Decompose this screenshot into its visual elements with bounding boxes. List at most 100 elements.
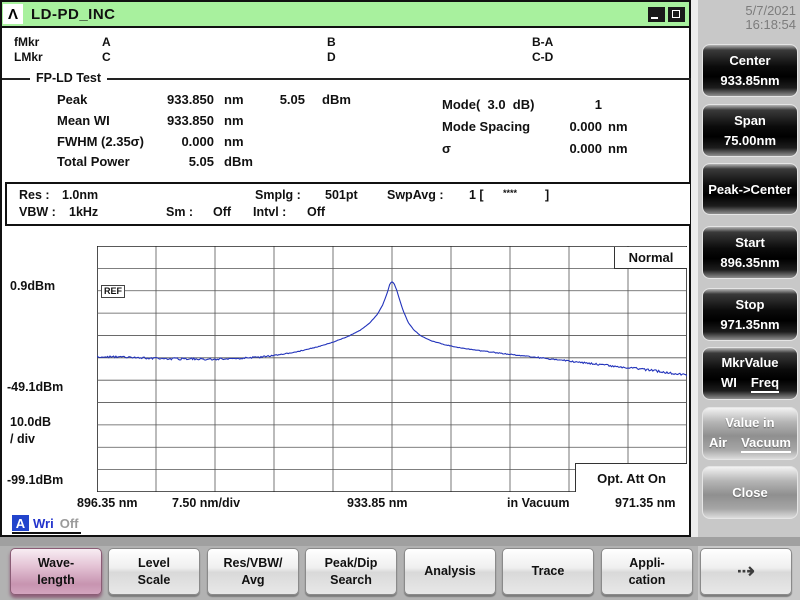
menu-res-vbw-avg[interactable]: Res/VBW/ Avg bbox=[207, 548, 299, 595]
softkey-label: MkrValue bbox=[721, 354, 779, 370]
menu-wavelength[interactable]: Wave- length bbox=[10, 548, 102, 595]
vbw-label: VBW : bbox=[19, 205, 56, 219]
softkey-value-in[interactable]: Value in Air Vacuum bbox=[702, 407, 798, 460]
meas-unit: nm bbox=[608, 119, 628, 134]
meas-value: 0.000 bbox=[569, 119, 602, 134]
meas-unit: nm bbox=[224, 92, 244, 107]
softkey-stop[interactable]: Stop 971.35nm bbox=[702, 288, 798, 341]
x-medium-label: in Vacuum bbox=[507, 496, 570, 510]
vbw-value: 1kHz bbox=[69, 205, 99, 219]
instrument-screen: Λ LD-PD_INC fMkr A B B-A LMkr C D C-D FP… bbox=[0, 0, 692, 537]
softkey-label: Center bbox=[729, 53, 771, 68]
menu-label: Level bbox=[138, 555, 170, 570]
menu-application[interactable]: Appli- cation bbox=[601, 548, 693, 595]
minimize-button[interactable] bbox=[648, 6, 665, 22]
menu-label: cation bbox=[628, 572, 666, 587]
softkey-value: 896.35nm bbox=[720, 255, 780, 270]
y-ref-level-label: 0.9dBm bbox=[10, 279, 56, 293]
y-scale-label: 10.0dB bbox=[10, 415, 51, 429]
softkey-close[interactable]: Close bbox=[702, 466, 798, 519]
title-bar: Λ LD-PD_INC bbox=[2, 2, 689, 28]
trace-off-label: Off bbox=[59, 515, 79, 531]
menu-trace[interactable]: Trace bbox=[502, 548, 594, 595]
osa-application: Λ LD-PD_INC fMkr A B B-A LMkr C D C-D FP… bbox=[0, 0, 800, 600]
menu-label: Search bbox=[330, 572, 372, 587]
softkey-label: Peak->Center bbox=[708, 181, 792, 197]
meas-label: Peak bbox=[57, 92, 88, 107]
sweep-status-box: Res : 1.0nm Smplg : 501pt SwpAvg : 1 [ *… bbox=[5, 182, 692, 226]
optical-attenuator-badge: Opt. Att On bbox=[575, 463, 687, 492]
x-center-label: 933.85 nm bbox=[347, 496, 408, 510]
softkey-label: Span bbox=[734, 113, 766, 128]
window-title: LD-PD_INC bbox=[31, 5, 116, 23]
marker-d-label: D bbox=[327, 50, 336, 64]
bottom-separator-band bbox=[0, 537, 800, 546]
softkey-span[interactable]: Span 75.00nm bbox=[702, 104, 798, 157]
softkey-label: Start bbox=[735, 235, 765, 250]
meas-label: Mean WI bbox=[57, 113, 110, 128]
res-label: Res : bbox=[19, 188, 50, 202]
meas-value: 933.850 bbox=[167, 92, 214, 107]
menu-peak-dip-search[interactable]: Peak/Dip Search bbox=[305, 548, 397, 595]
menu-analysis[interactable]: Analysis bbox=[404, 548, 496, 595]
spectrum-trace-svg bbox=[96, 245, 688, 493]
meas-value2: 5.05 bbox=[279, 92, 305, 107]
x-div-label: 7.50 nm/div bbox=[172, 496, 241, 510]
marker-c-label: C bbox=[102, 50, 111, 64]
meas-unit: nm bbox=[224, 134, 244, 149]
softkey-peak-to-center[interactable]: Peak->Center bbox=[702, 163, 798, 215]
meas-value: 933.850 bbox=[167, 113, 214, 128]
swpavg-bracket: ] bbox=[545, 188, 550, 202]
softkey-value: 971.35nm bbox=[720, 317, 780, 332]
minimize-icon bbox=[651, 16, 658, 19]
softkey-start[interactable]: Start 896.35nm bbox=[702, 226, 798, 279]
trace-mode-badge: Normal bbox=[614, 247, 687, 269]
softkey-label: Value in bbox=[725, 414, 775, 430]
app-logo-icon: Λ bbox=[3, 4, 23, 24]
softkey-label: Close bbox=[732, 485, 768, 500]
softkey-value: 933.85nm bbox=[720, 73, 780, 88]
x-start-label: 896.35 nm bbox=[77, 496, 138, 510]
trace-letter-badge: A bbox=[12, 515, 29, 531]
mkr-value-freq-option[interactable]: Freq bbox=[750, 375, 780, 393]
meas-value: 0.000 bbox=[569, 141, 602, 156]
swpavg-stars: **** bbox=[503, 188, 518, 198]
meas-value: 5.05 bbox=[188, 154, 214, 169]
y-scale-unit-label: / div bbox=[10, 432, 36, 446]
spectrum-chart bbox=[96, 245, 688, 493]
meas-unit: nm bbox=[608, 141, 628, 156]
maximize-button[interactable] bbox=[668, 6, 685, 22]
softkey-center[interactable]: Center 933.85nm bbox=[702, 44, 798, 97]
sidebar-divider bbox=[691, 0, 698, 537]
fmkr-label: fMkr bbox=[14, 35, 40, 49]
marker-ba-label: B-A bbox=[532, 35, 554, 49]
next-page-arrow-icon: ⇢ bbox=[736, 558, 756, 584]
menu-label: Appli- bbox=[629, 555, 665, 570]
trace-a-status-badge: A Wri Off bbox=[12, 515, 81, 534]
softkey-value: 75.00nm bbox=[723, 133, 777, 148]
meas-label: Total Power bbox=[57, 154, 130, 169]
value-in-vacuum-option[interactable]: Vacuum bbox=[741, 435, 791, 453]
meas-label: Mode Spacing bbox=[442, 119, 531, 134]
intvl-value: Off bbox=[307, 205, 326, 219]
menu-label: Avg bbox=[241, 572, 265, 587]
meas-label: σ bbox=[442, 141, 451, 156]
softkey-mkr-value[interactable]: MkrValue WI Freq bbox=[702, 347, 798, 400]
marker-b-label: B bbox=[327, 35, 336, 49]
x-stop-label: 971.35 nm bbox=[615, 496, 676, 510]
menu-label: Res/VBW/ bbox=[223, 555, 283, 570]
menu-more-pages[interactable]: ⇢ bbox=[700, 541, 799, 595]
intvl-label: Intvl : bbox=[253, 205, 287, 219]
y-bottom-level-label: -99.1dBm bbox=[7, 473, 64, 487]
value-in-air-option[interactable]: Air bbox=[709, 435, 727, 453]
menu-level-scale[interactable]: Level Scale bbox=[108, 548, 200, 595]
menu-label: Scale bbox=[137, 572, 171, 587]
menu-label: Trace bbox=[531, 564, 565, 578]
trace-write-mode-label: Wri bbox=[33, 515, 54, 531]
time-label: 16:18:54 bbox=[745, 17, 796, 32]
meas-unit2: dBm bbox=[322, 92, 351, 107]
marker-a-label: A bbox=[102, 35, 111, 49]
mkr-value-wi-option[interactable]: WI bbox=[721, 375, 737, 393]
lmkr-label: LMkr bbox=[14, 50, 43, 64]
swpavg-value: 1 [ bbox=[469, 188, 484, 202]
